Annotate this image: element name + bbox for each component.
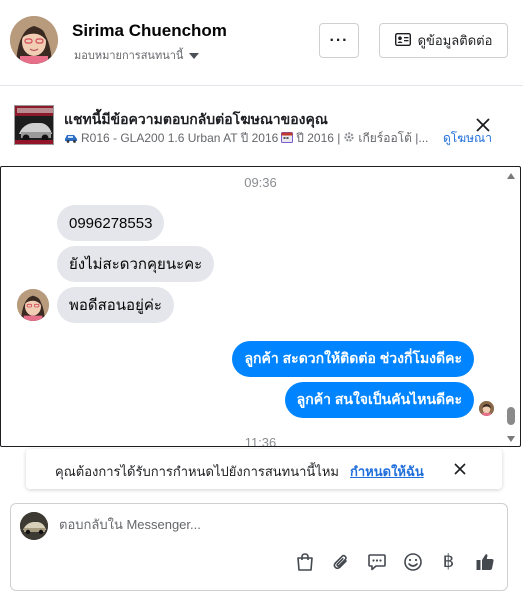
ad-reply-banner: แชทนี้มีข้อความตอบกลับต่อโฆษณาของคุณ R01… xyxy=(0,87,523,165)
view-contact-button[interactable]: ดูข้อมูลติดต่อ xyxy=(379,23,508,58)
ad-car-info: R016 - GLA200 1.6 Urban AT ปี 2016 xyxy=(81,131,279,145)
ad-year-info: ปี 2016 | xyxy=(296,131,341,145)
ad-banner-details: R016 - GLA200 1.6 Urban AT ปี 2016 ปี 20… xyxy=(64,129,428,148)
timestamp: 11:36 xyxy=(244,435,277,447)
assign-label: มอบหมายการสนทนานี้ xyxy=(74,50,184,62)
chat-scrollbar[interactable] xyxy=(507,167,518,446)
message-thread[interactable]: 09:36 0996278553 ยังไม่สะดวกคุยนะคะ พอดี… xyxy=(0,166,521,447)
sender-avatar[interactable] xyxy=(17,289,49,321)
view-contact-label: ดูข้อมูลติดต่อ xyxy=(417,33,493,48)
reply-input[interactable] xyxy=(59,517,479,532)
contact-avatar[interactable] xyxy=(10,16,58,64)
scroll-thumb[interactable] xyxy=(507,407,515,425)
assign-reminder: คุณต้องการได้รับการกำหนดไปยังการสนทนานี้… xyxy=(26,449,502,489)
incoming-message[interactable]: 0996278553 xyxy=(57,205,165,241)
seen-avatar xyxy=(479,401,494,416)
ad-gear-info: เกียร์ออโต้ |... xyxy=(358,131,429,145)
scroll-down-arrow-icon[interactable] xyxy=(507,436,515,442)
more-options-button[interactable]: ··· xyxy=(319,23,359,58)
incoming-message[interactable]: พอดีสอนอยู่ค่ะ xyxy=(57,287,174,323)
car-icon xyxy=(64,132,78,146)
like-icon[interactable] xyxy=(472,549,497,574)
contact-name[interactable]: Sirima Chuenchom xyxy=(72,21,227,41)
payment-icon[interactable]: ฿ xyxy=(436,549,461,574)
ad-banner-title: แชทนี้มีข้อความตอบกลับต่อโฆษณาของคุณ xyxy=(64,111,328,127)
close-icon[interactable] xyxy=(452,461,468,477)
ad-thumbnail xyxy=(14,105,54,145)
composer-toolbar: ฿ xyxy=(292,549,497,574)
calendar-icon xyxy=(281,131,294,146)
timestamp: 09:36 xyxy=(244,175,277,190)
incoming-message[interactable]: ยังไม่สะดวกคุยนะคะ xyxy=(57,246,215,282)
assign-conversation-dropdown[interactable]: มอบหมายการสนทนานี้ xyxy=(74,46,200,64)
close-icon[interactable] xyxy=(474,116,492,134)
caret-down-icon xyxy=(189,52,200,59)
outgoing-message[interactable]: ลูกค้า สะดวกให้ติดต่อ ช่วงกี่โมงดีคะ xyxy=(232,341,474,377)
saved-replies-icon[interactable] xyxy=(364,549,389,574)
page-avatar xyxy=(20,512,48,540)
assign-reminder-text: คุณต้องการได้รับการกำหนดไปยังการสนทนานี้… xyxy=(55,464,339,479)
emoji-icon[interactable] xyxy=(400,549,425,574)
contact-card-icon xyxy=(394,32,411,49)
attachment-icon[interactable] xyxy=(328,549,353,574)
shopping-bag-icon[interactable] xyxy=(292,549,317,574)
message-composer: ฿ xyxy=(10,503,508,591)
scroll-up-arrow-icon[interactable] xyxy=(507,173,515,179)
gear-icon xyxy=(343,131,355,146)
conversation-header: Sirima Chuenchom มอบหมายการสนทนานี้ ··· … xyxy=(0,0,523,86)
outgoing-message[interactable]: ลูกค้า สนใจเป็นคันไหนดีคะ xyxy=(284,382,474,418)
assign-to-me-link[interactable]: กำหนดให้ฉัน xyxy=(350,461,424,482)
